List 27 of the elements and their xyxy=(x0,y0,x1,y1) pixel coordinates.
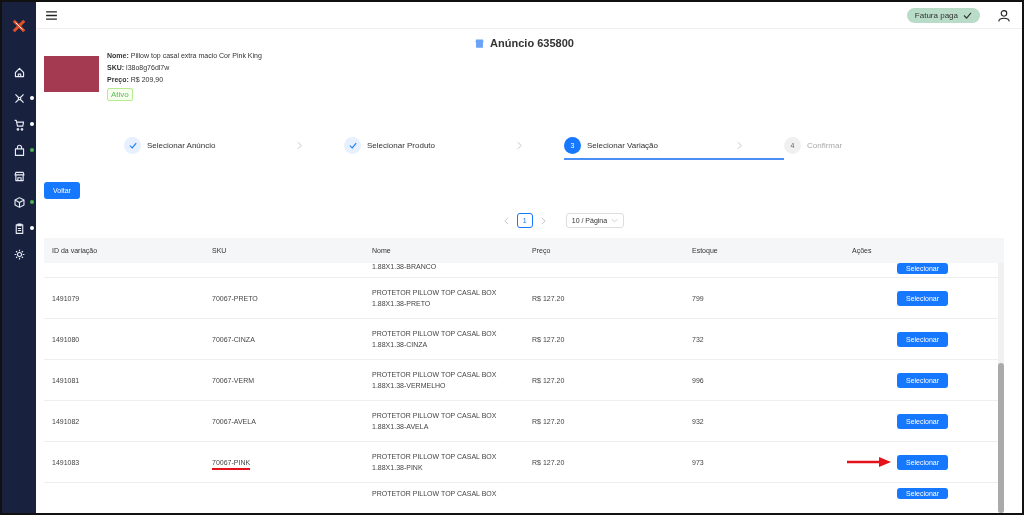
settings-icon[interactable] xyxy=(12,248,26,261)
chevron-right-icon xyxy=(517,141,522,150)
network-icon[interactable] xyxy=(12,92,26,105)
photo-placeholder xyxy=(44,56,99,92)
cart-icon[interactable] xyxy=(12,118,26,131)
check-icon xyxy=(963,11,972,19)
step-label: Selecionar Produto xyxy=(367,141,436,150)
check-icon xyxy=(348,142,357,149)
page-title: Anúncio 635800 xyxy=(490,37,574,49)
chevron-right-icon xyxy=(737,141,742,150)
logo-icon xyxy=(12,19,26,33)
caret-icon xyxy=(611,218,619,223)
scrollbar[interactable] xyxy=(998,263,1004,513)
check-icon xyxy=(128,142,137,149)
storefront-icon[interactable] xyxy=(12,170,26,183)
arrow-annotation xyxy=(847,457,891,467)
user-icon[interactable] xyxy=(998,8,1010,22)
step-label: Selecionar Anúncio xyxy=(147,141,216,150)
status-tag: Ativo xyxy=(107,88,133,101)
shopping-bag-icon[interactable] xyxy=(12,144,26,157)
home-icon[interactable] xyxy=(12,66,26,79)
step-label: Confirmar xyxy=(807,141,843,150)
chevron-right-icon xyxy=(297,141,302,150)
menu-icon[interactable] xyxy=(46,10,57,20)
invoice-status-badge: Fatura paga xyxy=(906,7,980,23)
box-icon[interactable] xyxy=(12,196,26,209)
step-label: Selecionar Variação xyxy=(587,141,658,150)
